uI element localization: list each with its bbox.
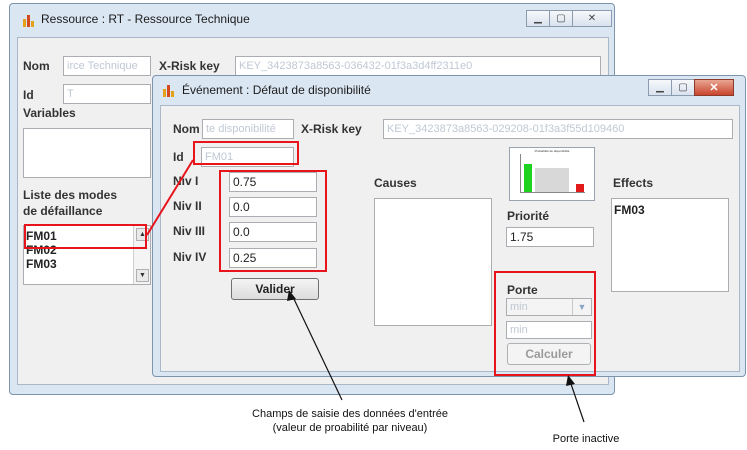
inputs-annotation-line1: Champs de saisie des données d'entrée bbox=[252, 408, 448, 420]
gate-arrowhead bbox=[566, 375, 575, 386]
gate-annotation: Porte inactive bbox=[552, 433, 620, 445]
inputs-annotation-line2: (valeur de proabilité par niveau) bbox=[272, 422, 428, 434]
annotation-lines bbox=[146, 159, 585, 423]
link-line bbox=[146, 159, 194, 236]
inputs-arrow bbox=[292, 296, 343, 401]
gate-arrow bbox=[569, 380, 585, 423]
